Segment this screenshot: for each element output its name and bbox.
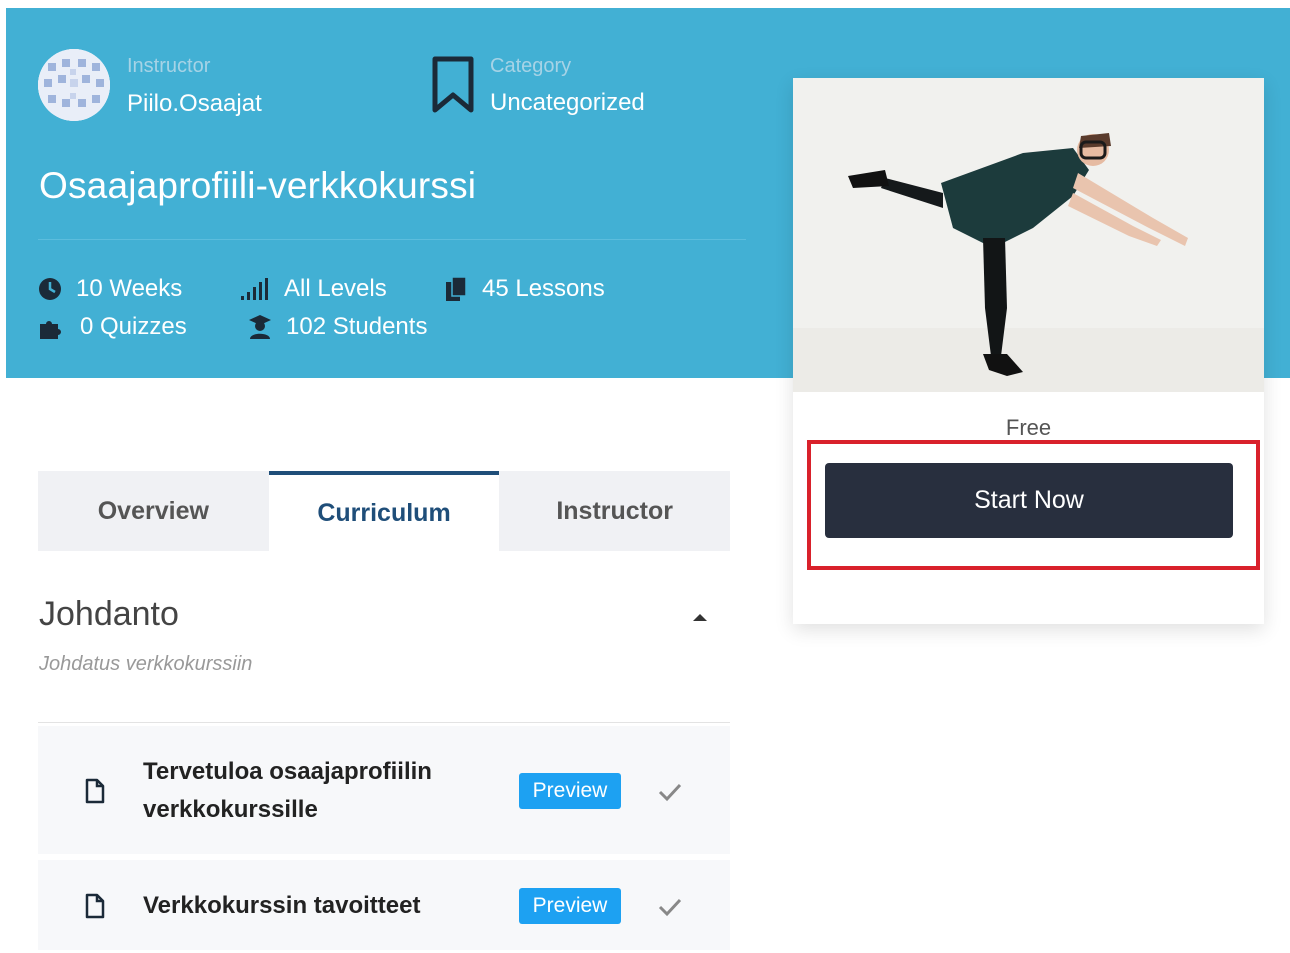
caret-up-icon[interactable]	[692, 612, 708, 622]
quizzes-text: 0 Quizzes	[80, 313, 187, 340]
bookmark-icon	[432, 56, 474, 113]
lesson-title-line-1: Tervetuloa osaajaprofiilin	[143, 758, 432, 785]
tab-curriculum[interactable]: Curriculum	[268, 471, 500, 551]
stat-duration: 10 Weeks	[38, 275, 182, 303]
stat-students: 102 Students	[248, 313, 427, 341]
section-divider	[38, 722, 730, 723]
tab-instructor[interactable]: Instructor	[499, 471, 731, 551]
copy-files-icon	[446, 276, 467, 301]
stat-quizzes: 0 Quizzes	[38, 313, 187, 341]
lesson-title[interactable]: Tervetuloa osaajaprofiilin verkkokurssil…	[143, 753, 432, 829]
section-title[interactable]: Johdanto	[39, 595, 179, 634]
course-price: Free	[1005, 415, 1052, 440]
lesson-title[interactable]: Verkkokurssin tavoitteet	[143, 887, 420, 925]
signal-bars-icon	[241, 278, 268, 300]
course-title: Osaajaprofiili-verkkokurssi	[39, 165, 477, 206]
lessons-text: 45 Lessons	[482, 275, 605, 302]
lesson-item[interactable]: Tervetuloa osaajaprofiilin verkkokurssil…	[38, 726, 730, 854]
stat-lessons: 45 Lessons	[444, 275, 605, 303]
document-icon	[85, 778, 105, 804]
lesson-title-line-2: verkkokurssille	[143, 796, 318, 823]
section-description: Johdatus verkkokurssiin	[39, 653, 253, 675]
students-text: 102 Students	[286, 313, 428, 340]
document-icon	[85, 893, 105, 919]
stat-level: All Levels	[240, 275, 387, 303]
category-value[interactable]: Uncategorized	[490, 89, 645, 117]
duration-text: 10 Weeks	[76, 275, 183, 302]
checkmark-icon	[658, 783, 682, 802]
course-image	[793, 78, 1264, 392]
clock-icon	[39, 278, 61, 300]
header-divider	[38, 239, 746, 240]
lesson-item[interactable]: Verkkokurssin tavoitteet Preview	[38, 860, 730, 950]
dancer-photo	[793, 78, 1264, 392]
avatar-pattern-icon	[38, 49, 110, 121]
start-button-highlight	[807, 440, 1260, 570]
instructor-name[interactable]: Piilo.Osaajat	[127, 90, 262, 118]
graduate-icon	[249, 315, 271, 339]
instructor-label: Instructor	[127, 55, 211, 77]
preview-button[interactable]: Preview	[519, 773, 621, 809]
instructor-avatar[interactable]	[38, 49, 110, 121]
checkmark-icon	[658, 898, 682, 917]
preview-button[interactable]: Preview	[519, 888, 621, 924]
puzzle-icon	[40, 321, 61, 339]
tab-overview[interactable]: Overview	[38, 471, 269, 551]
course-tabs: Overview Curriculum Instructor	[38, 471, 731, 551]
category-label: Category	[490, 55, 572, 77]
level-text: All Levels	[284, 275, 387, 302]
